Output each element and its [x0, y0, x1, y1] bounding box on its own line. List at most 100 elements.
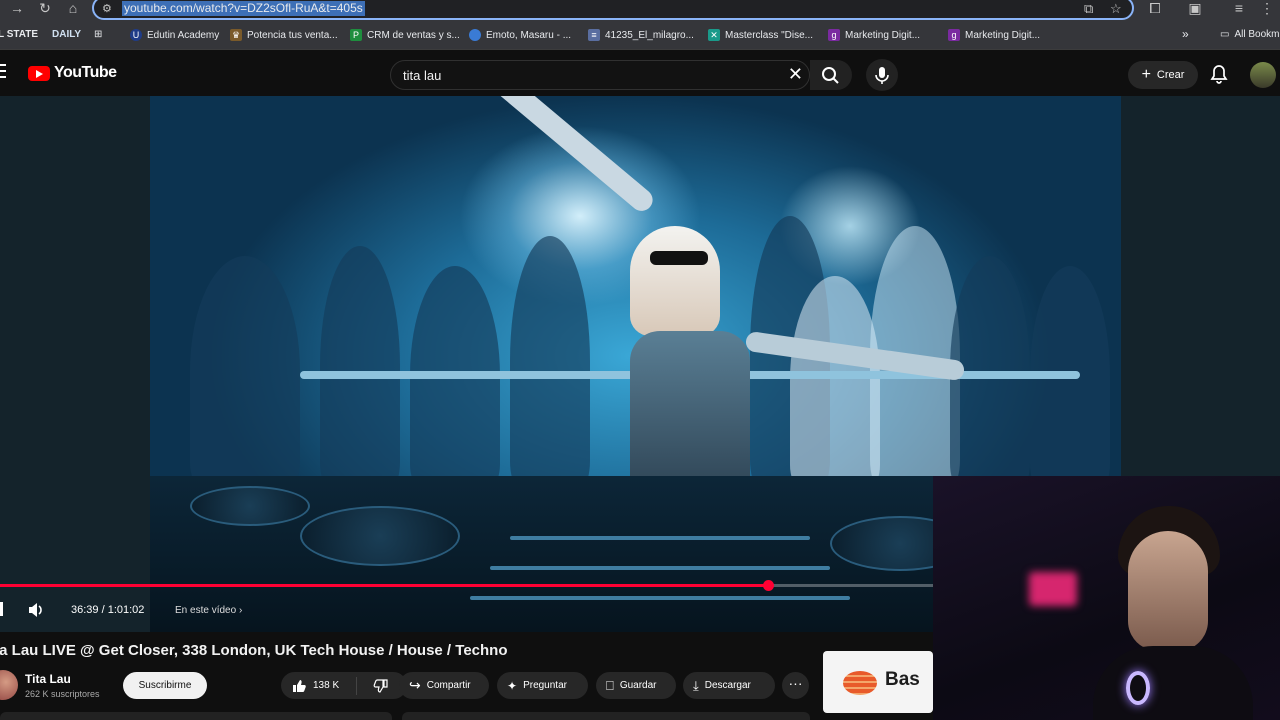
person-face — [1128, 531, 1208, 651]
bookmark-label: Emoto, Masaru - ... — [486, 29, 572, 41]
bookmark-label: Potencia tus venta... — [247, 29, 338, 41]
home-icon[interactable]: ⌂ — [64, 0, 82, 18]
document-icon: ≡ — [588, 29, 600, 41]
site-info-icon[interactable]: ⚙ — [102, 2, 112, 15]
crowd-figure — [190, 256, 300, 486]
download-label: Descargar — [704, 680, 751, 691]
search-query: tita lau — [403, 68, 442, 83]
video-title: ita Lau LIVE @ Get Closer, 338 London, U… — [0, 642, 508, 659]
bookmarks-bar: L STATE DAILY ⊞ U Edutin Academy ♛ Potenci… — [0, 22, 1280, 50]
search-input[interactable]: tita lau ✕ — [390, 60, 810, 90]
like-dislike-group: 138 K — [281, 672, 407, 699]
folder-icon: ▭ — [1220, 29, 1230, 40]
url-text[interactable]: youtube.com/watch?v=DZ2sOfl-RuA&t=405s — [122, 1, 365, 16]
dj-arm-left — [489, 96, 658, 216]
notifications-bell-icon[interactable] — [1208, 63, 1230, 85]
bookmark-item[interactable]: g Marketing Digit... — [828, 29, 920, 41]
bookmark-item[interactable]: g Marketing Digit... — [948, 29, 1040, 41]
marketing-icon: g — [828, 29, 840, 41]
apps-grid-icon[interactable]: ⊞ — [94, 29, 102, 40]
youtube-logo-text: YouTube — [54, 64, 117, 81]
all-bookmarks-folder[interactable]: ▭ All Bookm — [1220, 29, 1279, 40]
bookmark-star-icon[interactable]: ☆ — [1110, 1, 1122, 17]
bookmark-item[interactable]: L STATE — [0, 29, 38, 40]
bookmark-item[interactable]: ✕ Masterclass "Dise... — [708, 29, 813, 41]
description-card[interactable] — [0, 712, 392, 720]
voice-search-button[interactable] — [866, 59, 898, 91]
media-icon[interactable]: ▣ — [1186, 0, 1204, 18]
marketing-icon: g — [948, 29, 960, 41]
masterclass-icon: ✕ — [708, 29, 720, 41]
chevron-right-icon: › — [238, 605, 243, 616]
potencia-icon: ♛ — [230, 29, 242, 41]
sponsored-ad[interactable]: Bas — [823, 651, 933, 713]
thumbs-down-icon — [373, 678, 388, 693]
bookmark-label: Marketing Digit... — [845, 29, 921, 41]
like-count: 138 K — [313, 680, 340, 691]
progress-scrubber[interactable] — [763, 580, 774, 591]
bookmark-icon: ⎕ — [606, 677, 614, 693]
bookmarks-overflow-button[interactable]: » — [1182, 27, 1189, 41]
subscribe-button[interactable]: Suscribirme — [123, 672, 207, 699]
search-button[interactable] — [810, 60, 852, 90]
comments-card[interactable] — [402, 712, 810, 720]
channel-avatar[interactable] — [0, 670, 18, 700]
player-controls: 36:39 / 1:01:02 En este vídeo › — [0, 598, 400, 622]
install-icon[interactable]: ⧉ — [1084, 1, 1093, 17]
microphone-icon — [875, 67, 889, 84]
time-display: 36:39 / 1:01:02 — [71, 604, 145, 616]
turntable-left-small — [190, 486, 310, 526]
ad-logo-icon — [843, 671, 877, 695]
share-button[interactable]: ↪ Compartir — [399, 672, 489, 699]
download-button[interactable]: ⤓ Descargar — [683, 672, 775, 699]
save-button[interactable]: ⎕ Guardar — [596, 672, 676, 699]
chapters-button[interactable]: En este vídeo › — [175, 605, 242, 616]
forward-icon[interactable]: → — [8, 0, 26, 18]
mixer-controls — [470, 596, 850, 600]
turntable-left — [300, 506, 460, 566]
clear-search-icon[interactable]: ✕ — [788, 64, 803, 85]
extensions-icon[interactable]: ⧠ — [1146, 0, 1164, 18]
youtube-logo[interactable]: YouTube — [28, 64, 117, 82]
dislike-button[interactable] — [363, 677, 389, 695]
mixer-controls — [510, 536, 810, 540]
volume-icon[interactable] — [26, 600, 46, 620]
webcam-overlay — [933, 476, 1280, 720]
cast-icon[interactable]: ≡ — [1230, 0, 1248, 18]
like-button[interactable]: 138 K — [281, 676, 357, 695]
bookmark-item[interactable]: ♛ Potencia tus venta... — [230, 29, 338, 41]
bookmark-item[interactable]: DAILY — [52, 29, 81, 40]
crm-icon: P — [350, 29, 362, 41]
share-label: Compartir — [426, 680, 471, 691]
address-bar[interactable]: ⚙ youtube.com/watch?v=DZ2sOfl-RuA&t=405s… — [92, 0, 1134, 20]
bookmark-label: Marketing Digit... — [965, 29, 1041, 41]
bookmark-item[interactable]: Emoto, Masaru - ... — [469, 29, 571, 41]
more-actions-icon[interactable]: ··· — [782, 672, 809, 699]
crowd-figure — [790, 276, 880, 486]
hamburger-menu-icon[interactable] — [0, 64, 8, 78]
ad-brand-text: Bas — [885, 669, 920, 690]
bookmark-label: Masterclass "Dise... — [725, 29, 814, 41]
share-arrow-icon: ↪ — [409, 677, 421, 693]
create-button[interactable]: + Crear — [1128, 61, 1198, 89]
crowd-figure — [510, 236, 590, 486]
progress-bar[interactable] — [0, 580, 933, 591]
folder-label: All Bookm — [1234, 29, 1280, 40]
save-label: Guardar — [619, 680, 657, 691]
ask-button[interactable]: ✦ Preguntar — [497, 672, 588, 699]
chapters-label: En este vídeo — [175, 605, 237, 616]
subscriber-count: 262 K suscriptores — [25, 689, 100, 699]
account-avatar[interactable] — [1250, 62, 1276, 88]
play-pause-icon[interactable] — [0, 602, 3, 616]
download-icon: ⤓ — [693, 677, 699, 693]
bookmark-item[interactable]: ≡ 41235_El_milagro... — [588, 29, 694, 41]
crowd-figure — [320, 246, 400, 486]
bookmark-item[interactable]: U Edutin Academy — [130, 29, 219, 41]
menu-dots-icon[interactable]: ⋮ — [1258, 0, 1276, 18]
channel-name[interactable]: Tita Lau — [25, 672, 71, 686]
sparkle-icon: ✦ — [507, 678, 518, 693]
bookmark-item[interactable]: P CRM de ventas y s... — [350, 29, 460, 41]
ask-label: Preguntar — [523, 680, 567, 691]
dj-head — [630, 226, 720, 336]
reload-icon[interactable]: ↻ — [36, 0, 54, 18]
